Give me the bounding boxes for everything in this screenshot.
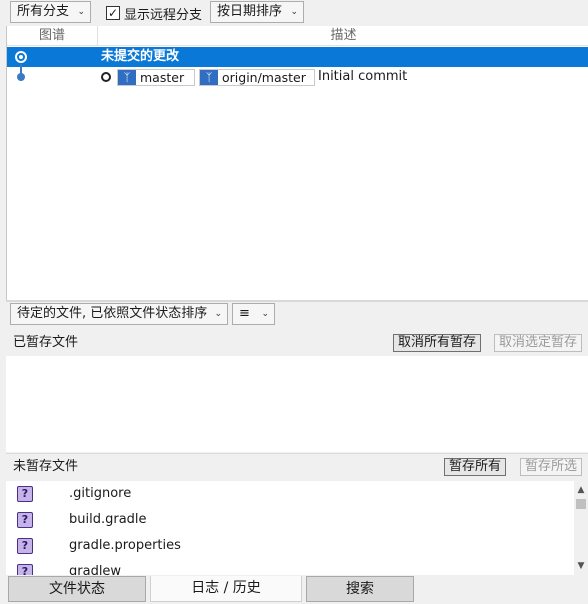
tab-search[interactable]: 搜索 <box>306 576 414 602</box>
untracked-file-icon: ? <box>17 564 33 575</box>
staged-files-header: 已暂存文件 取消所有暂存 取消选定暂存 <box>6 330 588 356</box>
file-name: .gitignore <box>69 486 132 501</box>
branch-tag-origin-master[interactable]: ᛉ origin/master <box>199 69 315 86</box>
scrollbar-thumb[interactable] <box>576 499 586 509</box>
view-mode-dropdown[interactable]: ≡ ⌄ <box>232 303 275 325</box>
chevron-down-icon: ⌄ <box>261 309 269 319</box>
branch-tag-master[interactable]: ᛉ master <box>117 69 195 86</box>
column-headers: 图谱 描述 <box>7 26 588 46</box>
file-name: gradle.properties <box>69 538 181 553</box>
file-sort-value: 待定的文件, 已依照文件状态排序 <box>17 306 208 321</box>
sort-order-value: 按日期排序 <box>217 4 283 19</box>
chevron-down-icon: ⌄ <box>77 7 85 17</box>
list-item[interactable]: ? gradle.properties <box>6 533 571 559</box>
commit-row[interactable]: ᛉ master ᛉ origin/master Initial commit <box>7 67 588 87</box>
file-name: gradlew <box>69 564 122 575</box>
branch-filter-dropdown[interactable]: 所有分支 ⌄ <box>10 1 91 23</box>
stage-selected-button[interactable]: 暂存所选 <box>520 458 583 476</box>
list-item[interactable]: ? .gitignore <box>6 481 571 507</box>
stage-all-button[interactable]: 暂存所有 <box>444 458 507 476</box>
branch-tag-label: origin/master <box>222 70 306 85</box>
unstaged-files-title: 未暂存文件 <box>13 459 79 474</box>
unstage-selected-button[interactable]: 取消选定暂存 <box>494 334 583 352</box>
history-toolbar: 所有分支 ⌄ ✓ 显示远程分支 按日期排序 ⌄ <box>0 0 588 26</box>
chevron-down-icon[interactable]: ▼ <box>574 559 588 573</box>
branch-filter-value: 所有分支 <box>17 4 70 19</box>
vertical-scrollbar[interactable]: ▲ ▼ <box>574 481 588 575</box>
tab-file-status[interactable]: 文件状态 <box>8 576 146 602</box>
branch-icon: ᛉ <box>200 70 218 85</box>
staged-files-list[interactable] <box>6 356 588 452</box>
branch-icon: ᛉ <box>118 70 136 85</box>
commit-message: Initial commit <box>318 69 408 84</box>
chevron-down-icon: ⌄ <box>214 309 222 319</box>
list-icon: ≡ <box>239 306 250 321</box>
description-column-header[interactable]: 描述 <box>98 26 588 46</box>
commit-node-icon <box>17 73 25 81</box>
untracked-file-icon: ? <box>17 486 33 502</box>
files-toolbar: 待定的文件, 已依照文件状态排序 ⌄ ≡ ⌄ <box>6 302 588 328</box>
show-remote-branches-label: 显示远程分支 <box>124 7 203 23</box>
graph-column-header[interactable]: 图谱 <box>7 26 98 46</box>
chevron-down-icon: ⌄ <box>290 7 298 17</box>
unstage-all-button[interactable]: 取消所有暂存 <box>393 334 482 352</box>
file-sort-dropdown[interactable]: 待定的文件, 已依照文件状态排序 ⌄ <box>10 303 228 325</box>
view-tabs: 文件状态 日志 / 历史 搜索 <box>0 575 588 604</box>
unstaged-files-header: 未暂存文件 暂存所有 暂存所选 <box>6 453 588 481</box>
chevron-up-icon[interactable]: ▲ <box>574 483 588 497</box>
file-name: build.gradle <box>69 512 147 527</box>
checkmark-icon[interactable]: ✓ <box>106 6 120 20</box>
branch-tag-label: master <box>140 70 185 85</box>
staged-files-title: 已暂存文件 <box>13 335 79 350</box>
untracked-file-icon: ? <box>17 512 33 528</box>
show-remote-branches-checkbox[interactable]: ✓ 显示远程分支 <box>106 4 203 23</box>
list-item[interactable]: ? gradlew <box>6 559 571 575</box>
uncommitted-changes-row[interactable]: 未提交的更改 <box>7 47 588 67</box>
list-item[interactable]: ? build.gradle <box>6 507 571 533</box>
untracked-file-icon: ? <box>17 538 33 554</box>
commit-graph-panel: 图谱 描述 未提交的更改 ᛉ master ᛉ origin/master In… <box>6 26 588 300</box>
tab-log-history[interactable]: 日志 / 历史 <box>150 576 302 602</box>
working-copy-node-icon <box>15 51 27 63</box>
unstaged-files-list[interactable]: ? .gitignore ? build.gradle ? gradle.pro… <box>6 481 588 575</box>
head-marker-icon <box>101 72 111 82</box>
sort-order-dropdown[interactable]: 按日期排序 ⌄ <box>210 1 304 23</box>
uncommitted-changes-label: 未提交的更改 <box>101 49 180 64</box>
